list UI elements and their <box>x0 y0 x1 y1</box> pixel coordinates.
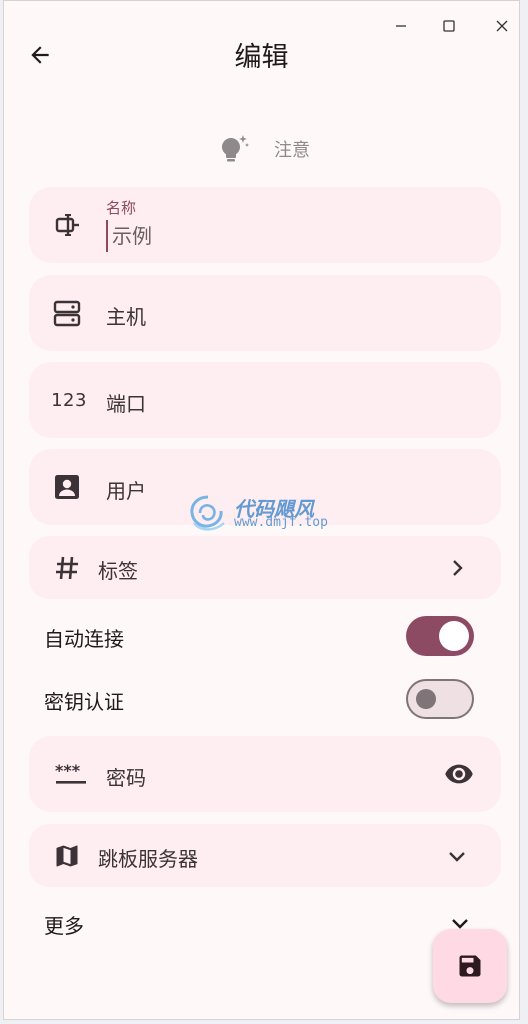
host-field-label: 主机 <box>106 305 146 329</box>
svg-text:***: *** <box>55 761 81 780</box>
user-field[interactable]: 用户 <box>29 449 501 525</box>
numbers-icon: 123 <box>46 382 92 418</box>
password-field[interactable]: *** 密码 <box>29 736 501 812</box>
map-icon <box>49 838 85 874</box>
notice-text: 注意 <box>274 140 310 161</box>
jump-server-field-label: 跳板服务器 <box>98 847 198 871</box>
password-icon: *** <box>49 756 93 792</box>
lightbulb-icon <box>222 135 249 162</box>
name-field[interactable]: 名称 <box>29 187 501 263</box>
key-auth-label: 密钥认证 <box>44 690 124 714</box>
save-icon <box>459 955 481 977</box>
switch-knob <box>439 621 469 651</box>
password-field-label: 密码 <box>106 766 146 790</box>
key-auth-switch[interactable] <box>406 679 474 719</box>
chevron-down-icon[interactable] <box>441 840 473 872</box>
key-auth-row: 密钥认证 <box>44 676 474 724</box>
account-box-icon <box>49 469 85 505</box>
label-icon <box>49 207 85 243</box>
auto-connect-label: 自动连接 <box>44 627 124 651</box>
page-title: 编辑 <box>234 42 289 73</box>
user-field-label: 用户 <box>106 479 146 503</box>
chevron-right-icon[interactable] <box>441 552 473 584</box>
auto-connect-switch[interactable] <box>406 616 474 656</box>
dns-icon <box>49 295 85 331</box>
save-button[interactable] <box>433 929 507 1003</box>
notice: 注意 <box>216 129 310 169</box>
more-row[interactable]: 更多 <box>44 901 474 945</box>
host-field[interactable]: 主机 <box>29 275 501 351</box>
switch-knob <box>416 689 436 709</box>
auto-connect-row: 自动连接 <box>44 613 474 661</box>
tags-field[interactable]: 标签 <box>29 536 501 599</box>
visibility-icon[interactable] <box>443 758 475 790</box>
port-field-label: 端口 <box>106 392 146 416</box>
more-label: 更多 <box>44 914 84 938</box>
tags-field-label: 标签 <box>98 559 138 583</box>
name-field-label: 名称 <box>106 199 137 217</box>
port-field[interactable]: 123 端口 <box>29 362 501 438</box>
tag-icon <box>49 550 85 586</box>
numbers-icon-text: 123 <box>51 389 87 411</box>
name-input[interactable] <box>106 220 472 252</box>
app-window: 编辑 注意 名称 示例 主机 123 端口 用户 标签 自动连接 密钥认证 **… <box>3 0 520 1020</box>
jump-server-field[interactable]: 跳板服务器 <box>29 824 501 887</box>
